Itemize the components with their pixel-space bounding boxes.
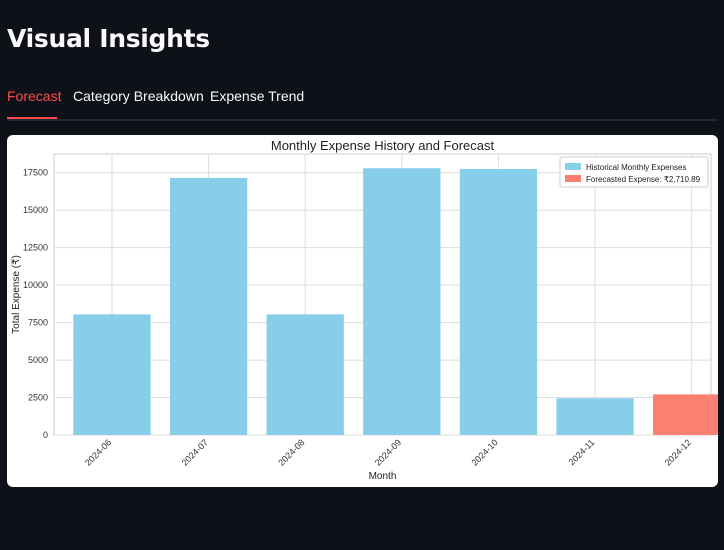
legend-swatch xyxy=(565,175,581,182)
y-tick-label: 7500 xyxy=(28,318,48,328)
tab-category-breakdown[interactable]: Category Breakdown xyxy=(73,88,204,104)
y-tick-label: 2500 xyxy=(28,393,48,403)
x-tick-label: 2024-10 xyxy=(469,437,499,467)
active-tab-indicator xyxy=(7,117,57,119)
historical-bar xyxy=(363,168,441,435)
chart-title: Monthly Expense History and Forecast xyxy=(271,138,495,153)
x-tick-label: 2024-07 xyxy=(180,437,210,467)
y-tick-label: 17500 xyxy=(23,168,48,178)
historical-bar xyxy=(169,177,248,435)
tab-forecast[interactable]: Forecast xyxy=(7,88,61,104)
historical-bar xyxy=(556,398,634,435)
x-tick-label: 2024-09 xyxy=(373,437,403,467)
legend-label: Historical Monthly Expenses xyxy=(586,163,686,172)
x-tick-label: 2024-08 xyxy=(276,437,306,467)
x-tick-label: 2024-06 xyxy=(83,437,113,467)
y-tick-label: 15000 xyxy=(23,205,48,215)
x-tick-label: 2024-12 xyxy=(663,437,693,467)
y-tick-label: 5000 xyxy=(28,355,48,365)
tab-bar: Forecast Category Breakdown Expense Tren… xyxy=(7,86,718,121)
historical-bar xyxy=(266,314,344,435)
tab-expense-trend[interactable]: Expense Trend xyxy=(210,88,304,104)
chart-card: 0 2500 5000 7500 10000 12500 15000 17500 2024-06… xyxy=(7,135,718,487)
historical-bar xyxy=(459,168,538,435)
historical-bar xyxy=(73,314,151,435)
page-title: Visual Insights xyxy=(7,24,210,53)
expense-chart: 0 2500 5000 7500 10000 12500 15000 17500 2024-06… xyxy=(11,138,718,482)
legend-label: Forecasted Expense: ₹2,710.89 xyxy=(586,175,701,184)
y-tick-label: 10000 xyxy=(23,280,48,290)
y-tick-label: 12500 xyxy=(23,243,48,253)
y-tick-label: 0 xyxy=(43,430,48,440)
legend-swatch xyxy=(565,163,581,170)
page: Visual Insights Forecast Category Breakd… xyxy=(0,0,724,550)
y-axis-label: Total Expense (₹) xyxy=(11,255,22,334)
x-axis-label: Month xyxy=(369,471,397,482)
forecast-bar xyxy=(653,394,718,435)
x-tick-label: 2024-11 xyxy=(567,437,597,467)
